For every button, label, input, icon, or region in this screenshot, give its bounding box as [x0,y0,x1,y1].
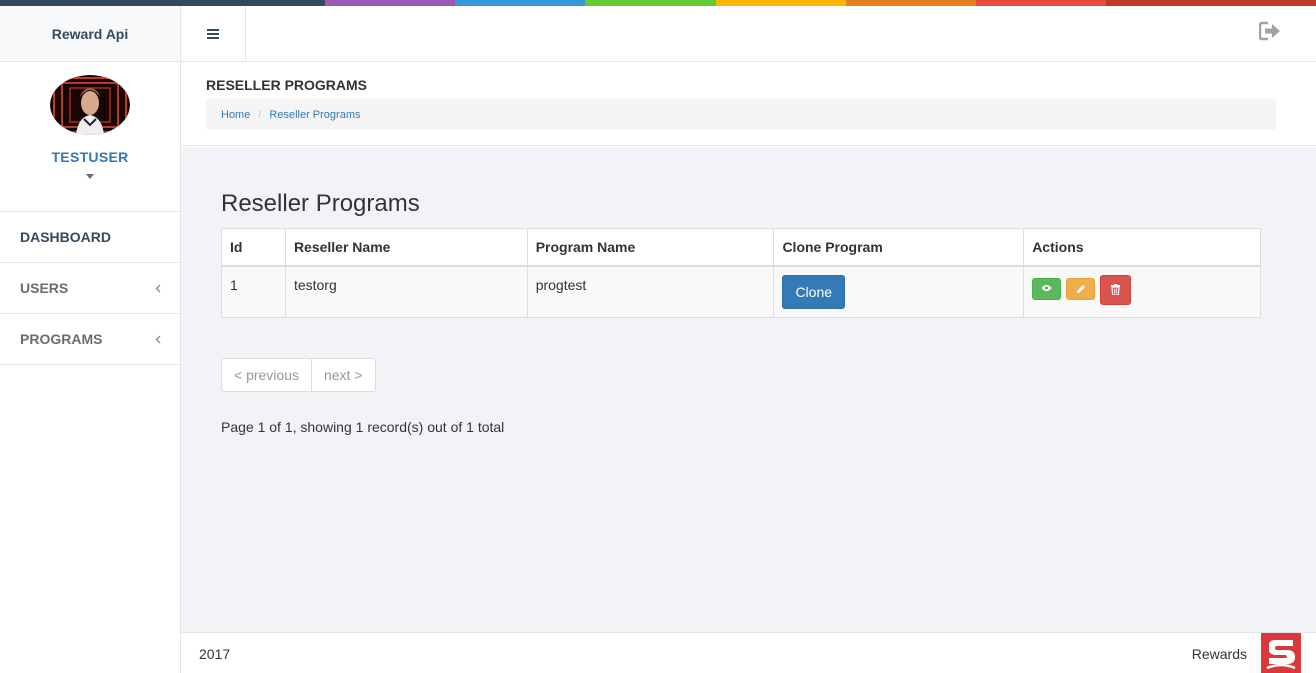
footer-brand: Rewards [1191,646,1247,662]
column-header-actions: Actions [1023,228,1261,267]
sidebar-item-label: DASHBOARD [20,229,111,245]
trash-icon [1110,283,1120,296]
page-header: RESELLER PROGRAMS Home / Reseller Progra… [181,62,1316,146]
hamburger-icon [207,28,219,39]
top-header [181,6,1316,62]
eye-icon [1041,284,1052,291]
cell-actions [1023,265,1261,318]
pencil-icon [1076,284,1085,293]
pagination-info: Page 1 of 1, showing 1 record(s) out of … [221,419,505,435]
clone-button[interactable]: Clone [782,274,846,309]
pagination: < previous next > [221,358,376,392]
column-header-reseller-name[interactable]: Reseller Name [284,228,528,267]
breadcrumb-separator: / [258,108,262,121]
edit-button[interactable] [1066,277,1096,300]
breadcrumb-home-link[interactable]: Home [221,109,250,121]
chevron-left-icon [155,281,161,296]
main-content: Reseller Programs Id Reseller Name Progr… [181,147,1316,632]
chevron-left-icon [155,332,161,347]
next-page-button[interactable]: next > [310,359,375,391]
column-header-program-name[interactable]: Program Name [526,228,775,267]
reseller-programs-table: Id Reseller Name Program Name Clone Prog… [221,228,1261,318]
previous-page-button[interactable]: < previous [222,359,311,391]
content-heading: Reseller Programs [221,190,420,217]
username[interactable]: TESTUSER [0,149,180,165]
sidebar-item-programs[interactable]: PROGRAMS [0,314,180,365]
delete-button[interactable] [1099,274,1131,305]
page-title: RESELLER PROGRAMS [206,77,368,93]
table-header-row: Id Reseller Name Program Name Clone Prog… [221,228,1261,267]
sign-out-icon [1258,21,1280,41]
sidebar: Reward Api TESTUSER DASHBOARD USERS PROG… [0,6,181,673]
sidebar-item-label: USERS [20,280,69,296]
profile-dropdown-caret[interactable] [86,174,94,179]
footer-year: 2017 [199,646,231,662]
view-button[interactable] [1032,277,1062,300]
logout-button[interactable] [1258,21,1281,44]
brand-title[interactable]: Reward Api [0,6,180,62]
rewards-logo-icon [1261,633,1301,673]
sidebar-nav: DASHBOARD USERS PROGRAMS [0,212,180,365]
cell-id: 1 [221,265,286,318]
menu-toggle-button[interactable] [181,6,246,61]
cell-reseller-name: testorg [284,265,528,318]
sidebar-item-users[interactable]: USERS [0,263,180,314]
sidebar-item-label: PROGRAMS [20,331,103,347]
cell-program-name: progtest [526,265,775,318]
table-row: 1 testorg progtest Clone [221,265,1261,318]
footer: 2017 Rewards [181,632,1316,673]
column-header-id[interactable]: Id [221,228,286,267]
avatar[interactable] [50,75,130,135]
breadcrumb: Home / Reseller Programs [206,99,1276,130]
cell-clone: Clone [773,265,1025,318]
sidebar-item-dashboard[interactable]: DASHBOARD [0,212,180,263]
column-header-clone-program[interactable]: Clone Program [773,228,1025,267]
breadcrumb-current[interactable]: Reseller Programs [269,109,360,121]
user-profile: TESTUSER [0,62,180,212]
